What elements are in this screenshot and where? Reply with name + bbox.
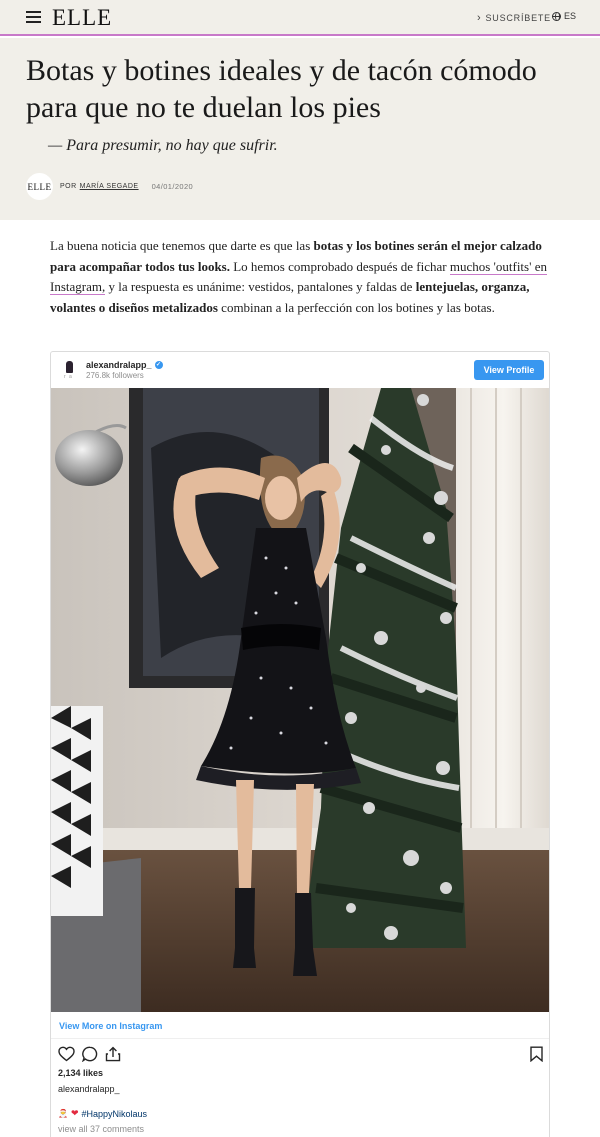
avatar-caption: r a (64, 374, 73, 380)
bookmark-icon[interactable] (529, 1046, 544, 1062)
author-avatar: ELLE (26, 173, 53, 200)
paragraph-text: Lo hemos comprobado después de fichar (229, 258, 450, 274)
article-paragraph: La buena noticia que tenemos que darte e… (50, 236, 552, 318)
language-label: ES (564, 11, 577, 21)
instagram-username[interactable]: alexandralapp_ ✓ (86, 360, 163, 370)
follower-count: 276.8k followers (86, 371, 144, 380)
publish-date: 04/01/2020 (151, 182, 194, 191)
post-photo-illustration (51, 388, 549, 1012)
post-actions (58, 1046, 544, 1062)
caption-username[interactable]: alexandralapp_ (58, 1084, 120, 1094)
article-headline: Botas y botines ideales y de tacón cómod… (26, 54, 537, 124)
username-text: alexandralapp_ (86, 360, 152, 370)
instagram-photo[interactable] (51, 388, 549, 1012)
instagram-avatar[interactable]: r a (61, 360, 79, 380)
santa-emoji-icon: 🎅 (58, 1109, 68, 1118)
byline-prefix: POR (60, 183, 77, 190)
article-subheadline: — Para presumir, no hay que sufrir. (48, 137, 278, 154)
instagram-embed: r a alexandralapp_ ✓ 276.8k followers Vi… (50, 351, 550, 1137)
author-link[interactable]: MARÍA SEGADE (80, 183, 139, 190)
divider (51, 1038, 549, 1039)
instagram-header: r a alexandralapp_ ✓ 276.8k followers Vi… (51, 352, 549, 388)
top-nav: ELLE › SUSCRÍBETE ES (0, 0, 600, 36)
comment-icon[interactable] (82, 1046, 98, 1062)
byline: ELLE POR MARÍA SEGADE 04/01/2020 (26, 173, 193, 200)
share-icon[interactable] (105, 1046, 121, 1062)
subscribe-link[interactable]: › SUSCRÍBETE (477, 12, 551, 24)
chevron-right-icon: › (477, 12, 482, 24)
hashtag-link[interactable]: #HappyNikolaus (82, 1109, 148, 1119)
verified-badge-icon: ✓ (154, 361, 163, 369)
paragraph-text: La buena noticia que tenemos que darte e… (50, 238, 314, 253)
heart-icon[interactable] (58, 1046, 75, 1062)
view-profile-button[interactable]: View Profile (474, 360, 544, 380)
like-count: 2,134 likes (58, 1068, 104, 1078)
subscribe-label: SUSCRÍBETE (485, 13, 551, 23)
menu-icon[interactable] (26, 10, 41, 24)
view-more-link[interactable]: View More on Instagram (59, 1021, 162, 1031)
heart-emoji-icon: ❤ (70, 1108, 79, 1118)
language-selector[interactable]: ES (552, 11, 576, 21)
globe-icon (552, 11, 561, 21)
caption-line: 🎅 ❤ #HappyNikolaus (58, 1108, 147, 1119)
paragraph-text: y la respuesta es unánime: vestidos, pan… (105, 279, 416, 295)
view-comments-link[interactable]: view all 37 comments (58, 1124, 144, 1134)
site-logo[interactable]: ELLE (52, 5, 112, 31)
paragraph-text: combinan a la perfección con los botines… (217, 299, 495, 315)
